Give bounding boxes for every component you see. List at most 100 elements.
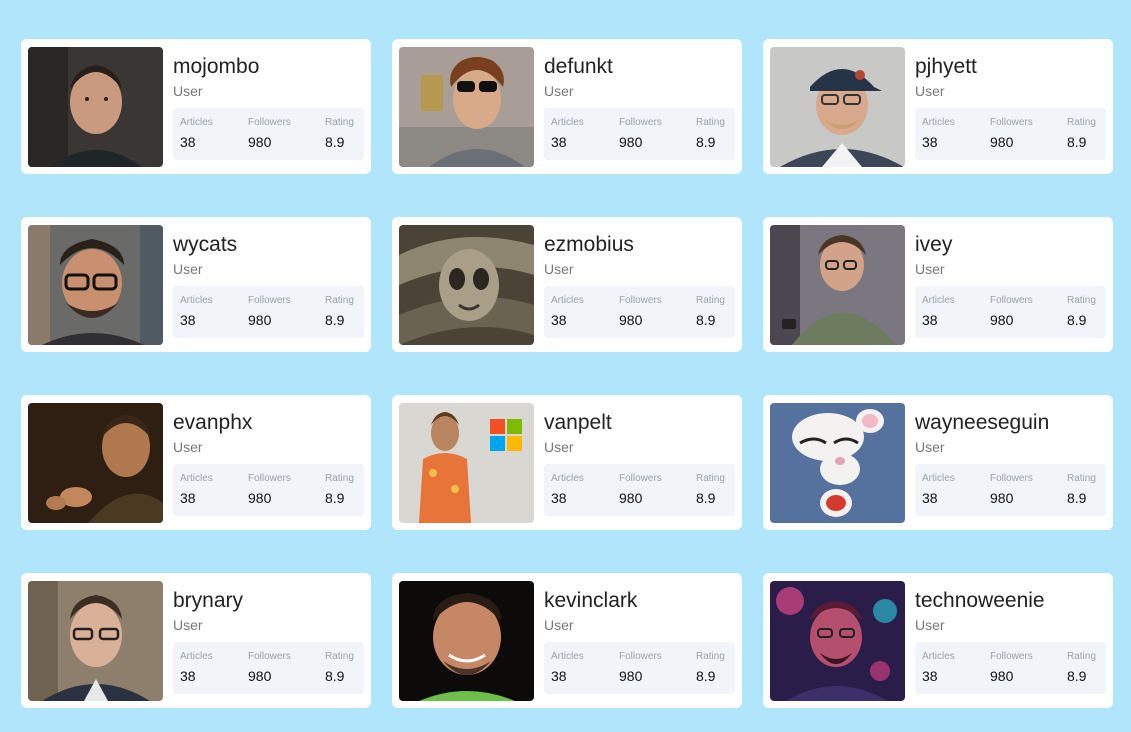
stat-value: 8.9 <box>1067 312 1087 328</box>
stat-value: 8.9 <box>1067 668 1087 684</box>
stat-label: Followers <box>990 651 1033 662</box>
user-info: wayneeseguin User Articles 38 Followers … <box>915 411 1106 516</box>
stat-value: 8.9 <box>696 134 716 150</box>
stat-label: Rating <box>1067 651 1096 662</box>
stat-label: Articles <box>922 651 955 662</box>
stat-label: Rating <box>1067 117 1096 128</box>
stat-followers: Followers 980 <box>990 294 1033 329</box>
user-card[interactable]: ivey User Articles 38 Followers 980 Rati… <box>763 217 1113 352</box>
stat-label: Followers <box>619 117 662 128</box>
stat-followers: Followers 980 <box>990 472 1033 507</box>
stat-value: 980 <box>990 668 1014 684</box>
user-name[interactable]: mojombo <box>173 55 364 79</box>
stat-articles: Articles 38 <box>922 472 955 507</box>
user-name[interactable]: kevinclark <box>544 589 735 613</box>
user-name[interactable]: technoweenie <box>915 589 1106 613</box>
user-name[interactable]: ezmobius <box>544 233 735 257</box>
avatar <box>28 581 163 701</box>
stat-rating: Rating 8.9 <box>696 650 725 685</box>
user-card[interactable]: wayneeseguin User Articles 38 Followers … <box>763 395 1113 530</box>
stat-followers: Followers 980 <box>248 472 291 507</box>
stat-articles: Articles 38 <box>551 116 584 151</box>
stat-articles: Articles 38 <box>180 294 213 329</box>
stat-value: 980 <box>248 312 272 328</box>
stat-label: Rating <box>325 117 354 128</box>
stat-followers: Followers 980 <box>248 116 291 151</box>
stat-label: Rating <box>696 117 725 128</box>
user-role: User <box>173 617 203 633</box>
user-card[interactable]: evanphx User Articles 38 Followers 980 R… <box>21 395 371 530</box>
stat-value: 980 <box>990 312 1014 328</box>
stat-articles: Articles 38 <box>180 650 213 685</box>
stat-label: Articles <box>551 473 584 484</box>
stat-value: 38 <box>922 134 938 150</box>
user-role: User <box>173 261 203 277</box>
stat-value: 8.9 <box>696 668 716 684</box>
stat-label: Followers <box>248 295 291 306</box>
user-name[interactable]: brynary <box>173 589 364 613</box>
stat-value: 38 <box>922 668 938 684</box>
user-card[interactable]: wycats User Articles 38 Followers 980 Ra… <box>21 217 371 352</box>
user-card[interactable]: mojombo User Articles 38 Followers 980 R… <box>21 39 371 174</box>
stat-value: 38 <box>180 490 196 506</box>
user-info: kevinclark User Articles 38 Followers 98… <box>544 589 735 694</box>
stat-value: 980 <box>990 134 1014 150</box>
user-name[interactable]: wycats <box>173 233 364 257</box>
user-stats: Articles 38 Followers 980 Rating 8.9 <box>915 108 1106 160</box>
avatar <box>399 403 534 523</box>
user-role: User <box>915 617 945 633</box>
user-info: defunkt User Articles 38 Followers 980 R… <box>544 55 735 160</box>
user-name[interactable]: pjhyett <box>915 55 1106 79</box>
user-card[interactable]: vanpelt User Articles 38 Followers 980 R… <box>392 395 742 530</box>
user-info: brynary User Articles 38 Followers 980 R… <box>173 589 364 694</box>
stat-value: 38 <box>922 312 938 328</box>
avatar <box>28 47 163 167</box>
user-card[interactable]: pjhyett User Articles 38 Followers 980 R… <box>763 39 1113 174</box>
user-role: User <box>173 83 203 99</box>
stat-articles: Articles 38 <box>180 116 213 151</box>
user-name[interactable]: defunkt <box>544 55 735 79</box>
stat-label: Articles <box>922 117 955 128</box>
user-info: evanphx User Articles 38 Followers 980 R… <box>173 411 364 516</box>
user-card[interactable]: brynary User Articles 38 Followers 980 R… <box>21 573 371 708</box>
stat-value: 8.9 <box>1067 134 1087 150</box>
stat-value: 38 <box>180 134 196 150</box>
stat-label: Followers <box>248 651 291 662</box>
avatar <box>770 403 905 523</box>
user-name[interactable]: vanpelt <box>544 411 735 435</box>
stat-value: 980 <box>248 668 272 684</box>
stat-label: Followers <box>990 295 1033 306</box>
user-role: User <box>915 261 945 277</box>
stat-value: 980 <box>619 312 643 328</box>
user-card[interactable]: ezmobius User Articles 38 Followers 980 … <box>392 217 742 352</box>
stat-rating: Rating 8.9 <box>696 294 725 329</box>
stat-label: Followers <box>619 651 662 662</box>
user-stats: Articles 38 Followers 980 Rating 8.9 <box>915 642 1106 694</box>
stat-label: Articles <box>922 473 955 484</box>
stat-rating: Rating 8.9 <box>696 472 725 507</box>
user-stats: Articles 38 Followers 980 Rating 8.9 <box>915 464 1106 516</box>
stat-followers: Followers 980 <box>619 472 662 507</box>
stat-label: Articles <box>922 295 955 306</box>
stat-value: 980 <box>619 668 643 684</box>
user-name[interactable]: evanphx <box>173 411 364 435</box>
user-name[interactable]: ivey <box>915 233 1106 257</box>
stat-followers: Followers 980 <box>248 650 291 685</box>
stat-articles: Articles 38 <box>922 116 955 151</box>
user-card[interactable]: kevinclark User Articles 38 Followers 98… <box>392 573 742 708</box>
user-stats: Articles 38 Followers 980 Rating 8.9 <box>544 108 735 160</box>
user-card[interactable]: defunkt User Articles 38 Followers 980 R… <box>392 39 742 174</box>
user-info: pjhyett User Articles 38 Followers 980 R… <box>915 55 1106 160</box>
stat-followers: Followers 980 <box>248 294 291 329</box>
user-card[interactable]: technoweenie User Articles 38 Followers … <box>763 573 1113 708</box>
stat-articles: Articles 38 <box>922 650 955 685</box>
user-stats: Articles 38 Followers 980 Rating 8.9 <box>544 642 735 694</box>
stat-label: Followers <box>619 473 662 484</box>
stat-value: 38 <box>180 312 196 328</box>
user-name[interactable]: wayneeseguin <box>915 411 1106 435</box>
stat-value: 38 <box>551 312 567 328</box>
stat-label: Articles <box>551 651 584 662</box>
stat-value: 38 <box>551 134 567 150</box>
stat-value: 38 <box>922 490 938 506</box>
user-stats: Articles 38 Followers 980 Rating 8.9 <box>173 464 364 516</box>
